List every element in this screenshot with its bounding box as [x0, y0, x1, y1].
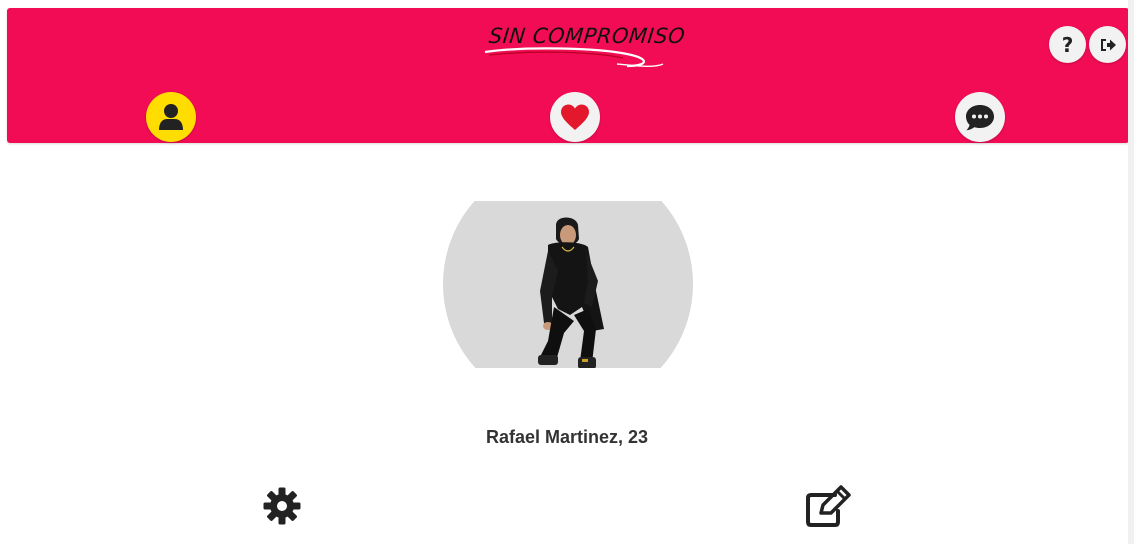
- user-icon: [159, 104, 183, 130]
- comment-dots-icon: [966, 104, 994, 130]
- nav-matches-button[interactable]: [550, 92, 600, 142]
- gear-icon: [263, 487, 301, 525]
- edit-icon: [806, 485, 851, 527]
- nav-profile-button[interactable]: [146, 92, 196, 142]
- profile-name-age: Rafael Martinez, 23: [485, 427, 649, 447]
- logout-button[interactable]: [1089, 26, 1126, 63]
- question-icon: ?: [1061, 32, 1074, 57]
- heart-icon: [561, 104, 589, 130]
- help-button[interactable]: ?: [1049, 26, 1086, 63]
- profile-avatar[interactable]: [443, 201, 693, 368]
- profile-photo-person: [538, 217, 604, 368]
- app-logo[interactable]: SIN COMPROMISO: [477, 14, 686, 74]
- edit-profile-button[interactable]: [805, 485, 851, 527]
- page-scrollbar[interactable]: [1128, 0, 1134, 544]
- top-header: SIN COMPROMISO ?: [7, 8, 1129, 143]
- sign-out-icon: [1100, 38, 1116, 51]
- nav-chat-button[interactable]: [955, 92, 1005, 142]
- settings-button[interactable]: [262, 486, 302, 526]
- logo-text: SIN COMPROMISO: [487, 24, 687, 48]
- app-page: SIN COMPROMISO ? Rafael Martinez, 23: [0, 0, 1134, 544]
- logo-swoosh-graphic: [484, 47, 664, 68]
